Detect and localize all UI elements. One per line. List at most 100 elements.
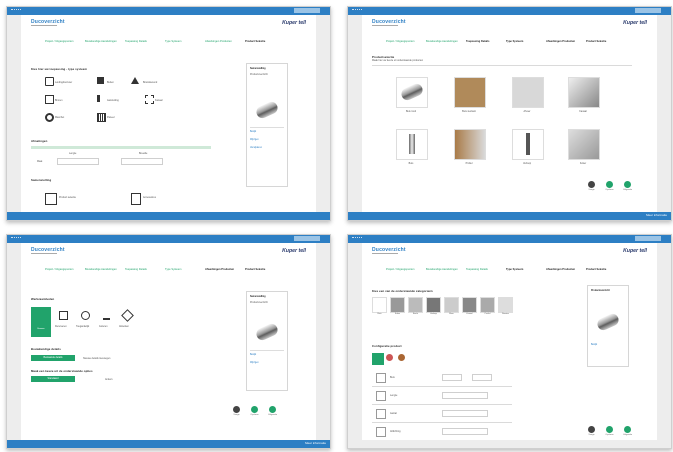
pipe-end-icon[interactable] xyxy=(97,95,107,102)
config-field[interactable] xyxy=(442,410,488,417)
nav-item[interactable]: Bouwkundige Aansluitingen xyxy=(85,268,121,271)
sidebar-link[interactable]: Wijzigen xyxy=(250,362,259,364)
nav-item[interactable]: Type Systeem xyxy=(165,40,201,43)
alert-icon[interactable] xyxy=(131,77,139,84)
selection-item[interactable]: Accessoires xyxy=(143,196,156,199)
group-title: Bouwkundige details xyxy=(31,347,61,351)
nav-item[interactable]: Toepassing Details xyxy=(125,40,161,43)
product-image xyxy=(254,99,280,121)
group-text[interactable]: Nieuwe details toevoegen xyxy=(83,357,110,360)
category-item[interactable]: Rooster xyxy=(498,297,513,315)
next-button[interactable]: Volgende xyxy=(268,406,277,416)
sidebar-link[interactable]: Bekijk xyxy=(250,354,256,356)
next-button[interactable]: Volgende xyxy=(623,181,632,191)
previous-button[interactable]: Vorige xyxy=(233,406,240,416)
sidebar-link[interactable]: Verwijderen xyxy=(250,147,262,149)
config-field[interactable] xyxy=(442,428,488,435)
footer-link[interactable]: Meer informatie xyxy=(646,213,667,217)
config-option[interactable] xyxy=(398,354,405,361)
sidebar-link[interactable]: Wijzigen xyxy=(250,139,259,141)
insulation-icon[interactable] xyxy=(103,311,110,320)
group-text[interactable]: Anders xyxy=(105,378,113,381)
nav-item[interactable]: Afwerkingen Producten xyxy=(546,268,582,271)
wall-icon[interactable] xyxy=(45,95,54,104)
product-thumb[interactable] xyxy=(454,129,486,160)
category-item[interactable]: Kanaal xyxy=(462,297,477,315)
nav-item-active[interactable]: Product Selectie xyxy=(586,40,622,43)
product-thumb[interactable] xyxy=(396,77,428,108)
nav-item[interactable]: Project / Uitgangspunten xyxy=(386,268,422,271)
config-field[interactable] xyxy=(442,374,462,381)
save-button[interactable]: Opslaan xyxy=(250,406,259,416)
accessory-icon[interactable] xyxy=(131,193,141,205)
nav-item[interactable]: Afwerkingen Producten xyxy=(205,40,241,43)
browser-button[interactable] xyxy=(635,8,661,13)
category-item[interactable]: Verloop xyxy=(426,297,441,315)
footer-link[interactable]: Meer informatie xyxy=(305,441,326,445)
nav-item[interactable]: Toepassing Details xyxy=(466,40,502,43)
main-nav: Project / Uitgangspunten Bouwkundige Aan… xyxy=(386,268,647,280)
product-thumb[interactable] xyxy=(512,129,544,160)
nav-item[interactable]: Type Systeem xyxy=(165,268,201,271)
nav-item[interactable]: Toepassing Details xyxy=(466,268,502,271)
browser-button[interactable] xyxy=(635,236,661,241)
finish-icon[interactable] xyxy=(121,309,134,322)
grid-icon[interactable] xyxy=(145,95,154,104)
nav-item[interactable]: Bouwkundige Aansluitingen xyxy=(85,40,121,43)
nav-item[interactable]: Bouwkundige Aansluitingen xyxy=(426,40,462,43)
panel-icon[interactable] xyxy=(97,113,106,122)
previous-button[interactable]: Vorige xyxy=(588,426,595,436)
product-thumb[interactable] xyxy=(568,77,600,108)
work-label: Toegankelijk xyxy=(76,325,90,328)
config-option-selected[interactable] xyxy=(372,353,384,365)
sidebar-link[interactable]: Bekijk xyxy=(250,131,256,133)
nav-item[interactable]: Type Systeem xyxy=(506,40,542,43)
standard-button[interactable]: Standaard xyxy=(31,376,75,382)
nav-item[interactable]: Afwerkingen Producten xyxy=(546,40,582,43)
browser-button[interactable] xyxy=(294,236,320,241)
config-field[interactable] xyxy=(442,392,488,399)
next-button[interactable]: Volgende xyxy=(623,426,632,436)
browser-bar xyxy=(7,7,330,15)
nav-item[interactable]: Project / Uitgangspunten xyxy=(45,40,81,43)
selection-item[interactable]: Product selectie xyxy=(59,196,76,199)
ring-icon[interactable] xyxy=(45,113,54,122)
save-button[interactable]: Opslaan xyxy=(605,426,614,436)
page: Ducoverzicht Kuper tell Project / Uitgan… xyxy=(362,15,657,212)
main-nav: Project / Uitgangspunten Bouwkundige Aan… xyxy=(386,40,647,52)
nav-item-active[interactable]: Product Selectie xyxy=(245,268,281,271)
product-thumb[interactable] xyxy=(454,77,486,108)
width-field[interactable] xyxy=(121,158,163,165)
category-item[interactable]: Bocht xyxy=(408,297,423,315)
option-label: Brandwerend xyxy=(143,81,158,84)
length-field[interactable] xyxy=(57,158,99,165)
nav-item[interactable]: Project / Uitgangspunten xyxy=(386,40,422,43)
sidebar-link[interactable]: Bekijk xyxy=(591,344,597,346)
nav-item-active[interactable]: Product Selectie xyxy=(586,268,622,271)
category-item[interactable]: Profiel xyxy=(480,297,495,315)
window-icon[interactable] xyxy=(59,311,68,320)
product-thumb[interactable] xyxy=(512,77,544,108)
config-option[interactable] xyxy=(386,354,393,361)
product-thumb[interactable] xyxy=(396,129,428,160)
nav-item[interactable]: Project / Uitgangspunten xyxy=(45,268,81,271)
wheelchair-icon[interactable] xyxy=(81,311,90,320)
config-field[interactable] xyxy=(472,374,492,381)
existing-details-button[interactable]: Bestaande details xyxy=(31,355,75,361)
category-item[interactable]: Buis xyxy=(372,297,387,315)
nav-item[interactable]: Afwerkingen Producten xyxy=(205,268,241,271)
product-thumb[interactable] xyxy=(568,129,600,160)
pipe-icon[interactable] xyxy=(45,77,54,86)
nav-item[interactable]: Bouwkundige Aansluitingen xyxy=(426,268,462,271)
building-icon[interactable] xyxy=(97,77,104,84)
nav-item[interactable]: Toepassing Details xyxy=(125,268,161,271)
nav-item[interactable]: Type Systeem xyxy=(506,268,542,271)
nav-item-active[interactable]: Product Selectie xyxy=(245,40,281,43)
work-option-selected[interactable]: Bouwen xyxy=(31,307,51,337)
product-icon[interactable] xyxy=(45,193,57,205)
category-item[interactable]: Muur xyxy=(444,297,459,315)
browser-button[interactable] xyxy=(294,8,320,13)
category-item[interactable]: Koker xyxy=(390,297,405,315)
save-button[interactable]: Opslaan xyxy=(605,181,614,191)
previous-button[interactable]: Vorige xyxy=(588,181,595,191)
